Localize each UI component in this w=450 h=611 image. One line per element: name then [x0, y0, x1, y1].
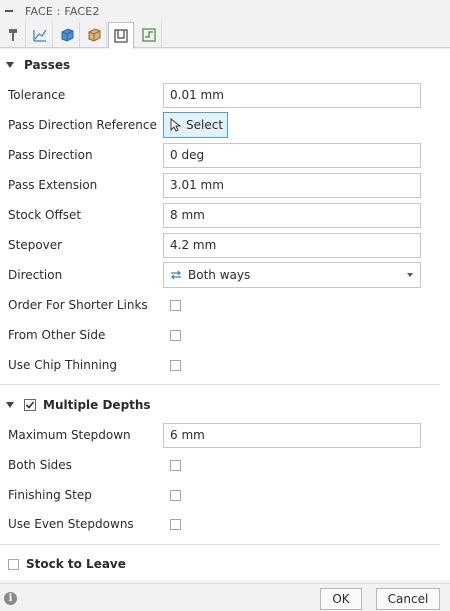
stepover-label: Stepover [8, 238, 63, 252]
tolerance-input[interactable]: 0.01 mm [163, 82, 421, 108]
maximum-stepdown-label: Maximum Stepdown [8, 428, 131, 442]
tool-icon [8, 29, 17, 41]
multiple-depths-section-header[interactable]: Multiple Depths [0, 392, 450, 418]
pass-direction-reference-label: Pass Direction Reference [8, 118, 157, 132]
direction-value: Both ways [188, 268, 251, 282]
both-ways-arrows-icon [171, 270, 181, 280]
maximum-stepdown-input[interactable]: 6 mm [163, 422, 421, 448]
both-sides-checkbox[interactable] [170, 459, 181, 471]
stock-to-leave-label: Stock to Leave [26, 557, 126, 571]
expand-triangle-icon [6, 62, 14, 68]
from-other-side-label: From Other Side [8, 328, 106, 342]
panel-content: Passes Tolerance 0.01 mm Pass Direction … [0, 49, 450, 580]
tab-stock[interactable] [81, 22, 107, 48]
use-chip-thinning-row: Use Chip Thinning [0, 350, 450, 380]
heights-icon [61, 28, 73, 42]
stock-icon [88, 28, 100, 42]
use-even-stepdowns-checkbox[interactable] [170, 518, 181, 530]
section-divider [0, 544, 440, 545]
use-even-stepdowns-label: Use Even Stepdowns [8, 517, 134, 531]
multiple-depths-header-label: Multiple Depths [43, 398, 151, 412]
pass-direction-row: Pass Direction 0 deg [0, 140, 450, 170]
tab-linking[interactable] [136, 22, 162, 48]
tolerance-row: Tolerance 0.01 mm [0, 80, 450, 110]
geometry-icon [32, 29, 46, 42]
direction-row: Direction Both ways [0, 260, 450, 290]
stock-to-leave-row: Stock to Leave [0, 549, 450, 579]
chevron-down-icon [407, 273, 413, 277]
use-even-stepdowns-row: Use Even Stepdowns [0, 509, 450, 539]
section-divider [0, 384, 440, 385]
stepover-input[interactable]: 4.2 mm [163, 232, 421, 258]
pass-direction-input[interactable]: 0 deg [163, 142, 421, 168]
from-other-side-row: From Other Side [0, 320, 450, 350]
window-title: FACE : FACE2 [25, 4, 100, 18]
stepover-row: Stepover 4.2 mm [0, 230, 450, 260]
maximum-stepdown-row: Maximum Stepdown 6 mm [0, 420, 450, 450]
order-for-shorter-links-label: Order For Shorter Links [8, 298, 148, 312]
pass-extension-row: Pass Extension 3.01 mm [0, 170, 450, 200]
both-sides-label: Both Sides [8, 458, 72, 472]
tab-bar [0, 22, 450, 49]
from-other-side-checkbox[interactable] [170, 329, 181, 341]
dialog-footer: i OK Cancel [0, 583, 450, 611]
direction-dropdown[interactable]: Both ways [163, 262, 421, 288]
cursor-arrow-icon [170, 118, 182, 132]
both-sides-row: Both Sides [0, 450, 450, 480]
order-for-shorter-links-row: Order For Shorter Links [0, 290, 450, 320]
tab-heights[interactable] [54, 22, 80, 48]
tab-passes[interactable] [108, 22, 134, 49]
tab-tool[interactable] [0, 22, 26, 48]
passes-section-header[interactable]: Passes [0, 52, 450, 78]
finishing-step-label: Finishing Step [8, 488, 92, 502]
finishing-step-row: Finishing Step [0, 480, 450, 510]
pass-extension-label: Pass Extension [8, 178, 98, 192]
direction-label: Direction [8, 268, 63, 282]
stock-offset-row: Stock Offset 8 mm [0, 200, 450, 230]
cancel-button[interactable]: Cancel [376, 588, 440, 610]
linking-icon [141, 28, 156, 42]
use-chip-thinning-label: Use Chip Thinning [8, 358, 118, 372]
passes-icon [114, 28, 128, 43]
info-icon[interactable]: i [4, 592, 17, 605]
select-button[interactable]: Select [163, 112, 228, 138]
pass-direction-label: Pass Direction [8, 148, 93, 162]
tolerance-label: Tolerance [8, 88, 66, 102]
stock-to-leave-checkbox[interactable] [8, 558, 19, 570]
expand-triangle-icon [6, 402, 14, 408]
pass-direction-reference-row: Pass Direction Reference Select [0, 110, 450, 140]
tab-geometry[interactable] [27, 22, 53, 48]
use-chip-thinning-checkbox[interactable] [170, 359, 181, 371]
ok-button[interactable]: OK [320, 588, 362, 610]
finishing-step-checkbox[interactable] [170, 489, 181, 501]
select-button-label: Select [186, 118, 224, 132]
pass-extension-input[interactable]: 3.01 mm [163, 172, 421, 198]
stock-offset-input[interactable]: 8 mm [163, 202, 421, 228]
checkmark-icon [25, 401, 35, 409]
collapse-icon[interactable] [5, 10, 13, 12]
title-bar: FACE : FACE2 [0, 0, 450, 22]
multiple-depths-checkbox[interactable] [24, 399, 36, 411]
stock-offset-label: Stock Offset [8, 208, 82, 222]
order-for-shorter-links-checkbox[interactable] [170, 299, 181, 311]
passes-header-label: Passes [24, 58, 71, 72]
